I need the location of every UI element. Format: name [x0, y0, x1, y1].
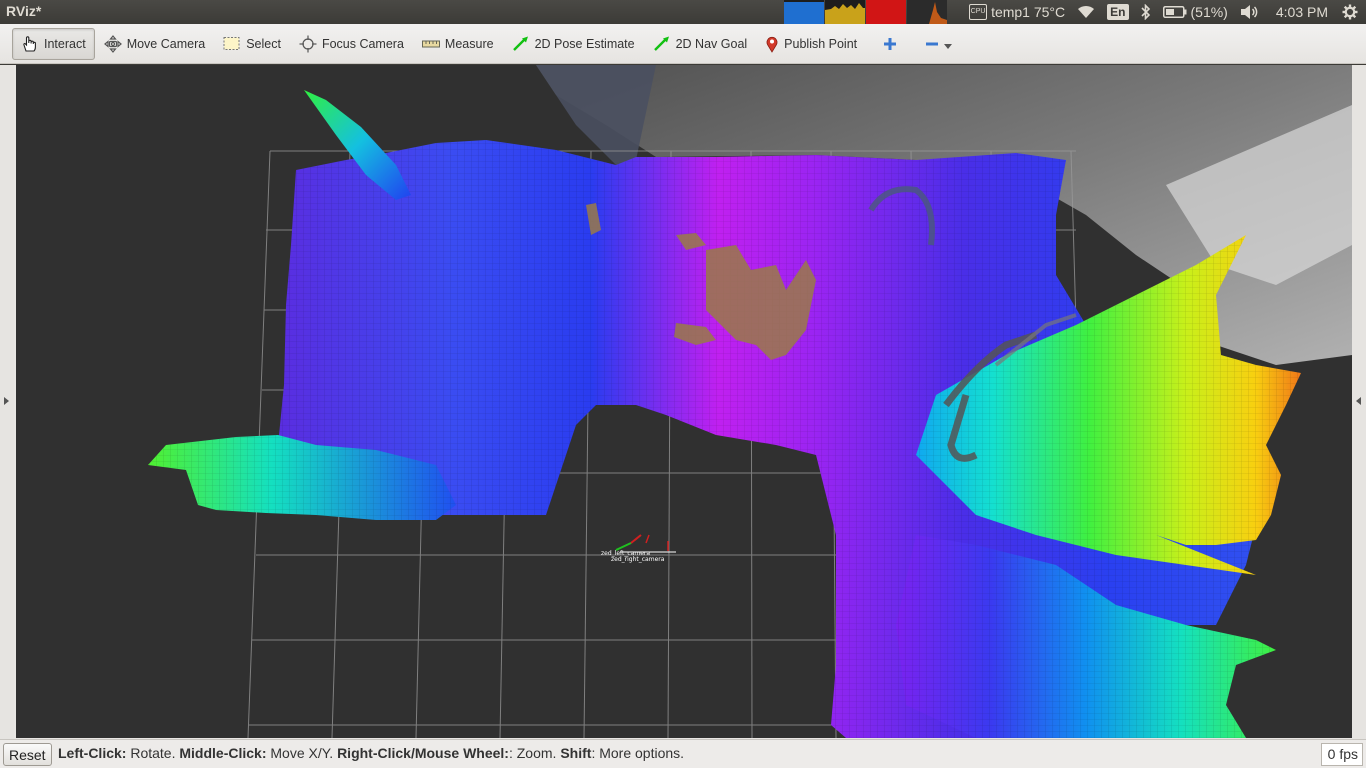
green-arrow-icon — [512, 36, 528, 51]
memory-graph — [825, 0, 865, 24]
sound-indicator[interactable] — [1234, 0, 1266, 24]
battery-percent: (51%) — [1190, 4, 1228, 20]
3d-scene: zed_left_camera zed_right_camera — [16, 65, 1352, 738]
tool-interact[interactable]: Interact — [12, 27, 95, 60]
hand-icon — [23, 35, 36, 52]
gear-icon — [1342, 4, 1358, 20]
tool-label: Interact — [44, 36, 86, 51]
ruler-icon — [421, 40, 440, 47]
window-title: RViz* — [6, 3, 42, 19]
tool-label: 2D Nav Goal — [675, 36, 748, 51]
mouse-hint: Left-Click: Rotate. Middle-Click: Move X… — [58, 745, 684, 761]
tool-measure[interactable]: Measure — [413, 28, 503, 60]
tool-label: Focus Camera — [321, 36, 404, 51]
expand-right-icon — [1356, 397, 1361, 405]
tool-label: Move Camera — [126, 36, 206, 51]
tf-label: zed_right_camera — [611, 556, 665, 563]
bluetooth-indicator[interactable] — [1135, 0, 1157, 24]
map-pin-icon — [766, 36, 778, 53]
network-graph — [866, 0, 906, 24]
wifi-icon — [1078, 5, 1095, 18]
tool-focus-camera[interactable]: Focus Camera — [290, 28, 413, 60]
temperature-indicator[interactable]: CPU temp1 75°C — [963, 0, 1071, 24]
tool-select[interactable]: Select — [214, 28, 290, 60]
hint-key: Left-Click: — [58, 745, 127, 761]
battery-indicator[interactable]: (51%) — [1157, 0, 1234, 24]
expand-left-icon — [4, 397, 9, 405]
add-tool-button[interactable] — [874, 28, 906, 60]
cpu-graph — [784, 0, 824, 24]
session-indicator[interactable] — [1338, 0, 1366, 24]
status-bar: Reset Left-Click: Rotate. Middle-Click: … — [0, 739, 1366, 768]
tool-toolbar: Interact Move Camera Select Focus Camera… — [0, 24, 1366, 64]
indicator-area: CPU temp1 75°C En (51%) 4:03 PM — [963, 0, 1366, 24]
green-arrow-icon — [653, 36, 669, 51]
right-panel-toggle[interactable] — [1352, 65, 1366, 739]
speaker-icon — [1240, 5, 1258, 19]
tool-label: Publish Point — [784, 36, 858, 51]
hint-text: Move X/Y. — [266, 745, 338, 761]
system-monitor[interactable] — [784, 0, 948, 24]
tool-label: Select — [246, 36, 281, 51]
move-camera-icon — [103, 34, 122, 53]
clock: 4:03 PM — [1275, 4, 1328, 20]
main-area: zed_left_camera zed_right_camera — [0, 65, 1366, 739]
remove-tool-button[interactable] — [916, 28, 961, 60]
hint-text: : More options. — [591, 745, 685, 761]
disk-graph — [907, 0, 947, 24]
temperature-label: temp1 75°C — [991, 4, 1066, 20]
add-tool-icon — [884, 37, 897, 50]
tool-move-camera[interactable]: Move Camera — [95, 28, 215, 60]
chevron-down-icon — [944, 43, 953, 49]
remove-tool-icon — [926, 42, 939, 45]
select-box-icon — [223, 36, 240, 50]
hint-key: Right-Click/Mouse Wheel: — [337, 745, 509, 761]
tool-label: Measure — [444, 36, 494, 51]
hint-key: Shift — [560, 745, 592, 761]
render-viewport[interactable]: zed_left_camera zed_right_camera — [16, 65, 1352, 738]
tool-2d-pose-estimate[interactable]: 2D Pose Estimate — [503, 28, 644, 60]
tool-publish-point[interactable]: Publish Point — [756, 28, 866, 60]
wifi-indicator[interactable] — [1071, 0, 1101, 24]
reset-button[interactable]: Reset — [3, 743, 52, 766]
cpu-chip-icon: CPU — [969, 4, 988, 20]
tool-2d-nav-goal[interactable]: 2D Nav Goal — [644, 28, 757, 60]
focus-camera-icon — [299, 35, 317, 52]
tool-label: 2D Pose Estimate — [534, 36, 635, 51]
clock-indicator[interactable]: 4:03 PM — [1266, 0, 1338, 24]
top-panel: RViz* CPU temp1 75°C En (51%) 4:03 PM — [0, 0, 1366, 24]
bluetooth-icon — [1140, 4, 1150, 20]
hint-text: Rotate. — [126, 745, 180, 761]
keyboard-layout-badge: En — [1107, 4, 1129, 20]
keyboard-indicator[interactable]: En — [1101, 0, 1134, 24]
fps-display: 0 fps — [1321, 743, 1363, 766]
battery-icon — [1162, 6, 1186, 18]
hint-key: Middle-Click: — [179, 745, 267, 761]
left-panel-toggle[interactable] — [0, 65, 14, 739]
hint-text: : Zoom. — [508, 745, 561, 761]
